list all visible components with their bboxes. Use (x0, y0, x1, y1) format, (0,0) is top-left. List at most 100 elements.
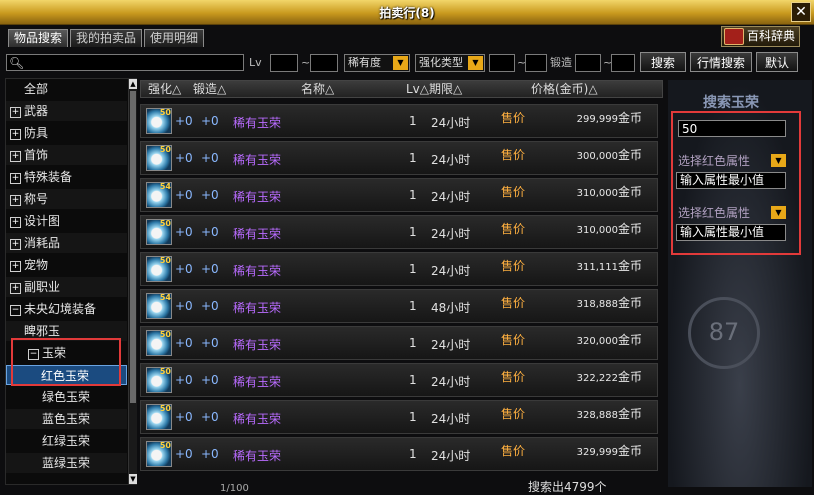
header-enhance[interactable]: 强化△ (148, 81, 181, 98)
pagination[interactable]: 1/100 (220, 483, 249, 494)
category-blue-jade[interactable]: 蓝色玉荣 (6, 409, 127, 429)
category-label: 未央幻境装备 (24, 302, 97, 316)
cell-period: 24小时 (431, 338, 471, 352)
header-period[interactable]: 期限△ (429, 81, 462, 98)
category-bixie-jade[interactable]: 睥邪玉 (6, 321, 127, 341)
price-currency: 金币 (617, 111, 642, 125)
header-name[interactable]: 名称△ (301, 81, 334, 98)
table-row[interactable]: 50 +0 +0 稀有玉荣 1 24小时 售价 328,888金币 (140, 400, 658, 434)
default-button[interactable]: 默认 (756, 52, 798, 72)
market-search-button[interactable]: 行情搜索 (690, 52, 752, 72)
tab-usage-details[interactable]: 使用明细 (144, 29, 205, 47)
category-scrollbar[interactable]: ▲ ▼ (128, 79, 137, 484)
tab-item-search[interactable]: 物品搜索 (8, 29, 69, 47)
expand-icon[interactable]: + (10, 129, 21, 140)
table-row[interactable]: 50 +0 +0 稀有玉荣 1 24小时 售价 299,999金币 (140, 104, 658, 138)
jade-item-icon[interactable]: 50 (146, 367, 172, 393)
attr1-min-input[interactable]: 输入属性最小值 (676, 172, 786, 189)
search-input[interactable]: 🔍︎ (6, 54, 244, 71)
scroll-up-icon[interactable]: ▲ (129, 79, 137, 89)
header-forge[interactable]: 锻造△ (193, 81, 226, 98)
close-icon[interactable]: ✕ (791, 2, 811, 22)
cell-name: 稀有玉荣 (233, 153, 282, 167)
category-special-equipment[interactable]: + 特殊装备 (6, 167, 127, 187)
category-blueprint[interactable]: + 设计图 (6, 211, 127, 231)
table-row[interactable]: 50 +0 +0 稀有玉荣 1 24小时 售价 300,000金币 (140, 141, 658, 175)
encyclopedia-button[interactable]: 百科辞典 (720, 26, 800, 47)
expand-icon[interactable]: + (10, 261, 21, 272)
expand-icon[interactable]: + (10, 107, 21, 118)
category-all[interactable]: 全部 (6, 79, 127, 99)
jade-level-input[interactable]: 50 (678, 120, 786, 137)
expand-icon[interactable]: + (10, 195, 21, 206)
expand-icon[interactable]: + (10, 239, 21, 250)
price-currency: 金币 (617, 370, 642, 384)
cell-period: 24小时 (431, 116, 471, 130)
category-label: 睥邪玉 (24, 324, 61, 338)
cell-price-label: 售价 (501, 407, 526, 421)
forge-min-input[interactable] (575, 54, 601, 72)
category-title[interactable]: + 称号 (6, 189, 127, 209)
enhance-max-input[interactable] (525, 54, 547, 72)
lv-max-input[interactable] (310, 54, 338, 72)
category-pet[interactable]: + 宠物 (6, 255, 127, 275)
attr1-select[interactable]: 选择红色属性 ▼ (678, 153, 786, 169)
jade-item-icon[interactable]: 50 (146, 441, 172, 467)
jade-item-icon[interactable]: 50 (146, 330, 172, 356)
category-red-jade[interactable]: 红色玉荣 (6, 365, 127, 385)
jade-item-icon[interactable]: 50 (146, 219, 172, 245)
search-button[interactable]: 搜索 (640, 52, 686, 72)
header-lv[interactable]: Lv△ (406, 81, 429, 98)
category-weapon[interactable]: + 武器 (6, 101, 127, 121)
scrollbar-thumb[interactable] (130, 91, 136, 403)
category-sub-profession[interactable]: + 副职业 (6, 277, 127, 297)
cell-price-label: 售价 (501, 259, 526, 273)
jade-item-icon[interactable]: 54 (146, 182, 172, 208)
collapse-icon[interactable]: − (28, 349, 39, 360)
search-bar: 🔍︎ Lv ~ 稀有度 ▼ 强化类型 ▼ ~ 锻造 ~ 搜索 行情搜索 默认 (2, 51, 812, 75)
rarity-select-label: 稀有度 (348, 56, 381, 69)
cell-lv: 1 (409, 410, 417, 424)
expand-icon[interactable]: + (10, 217, 21, 228)
collapse-icon[interactable]: − (10, 305, 21, 316)
cell-period: 24小时 (431, 264, 471, 278)
jade-item-icon[interactable]: 54 (146, 293, 172, 319)
enhance-min-input[interactable] (489, 54, 515, 72)
jade-item-icon[interactable]: 50 (146, 145, 172, 171)
expand-icon[interactable]: + (10, 173, 21, 184)
rarity-select[interactable]: 稀有度 ▼ (344, 54, 410, 72)
table-row[interactable]: 50 +0 +0 稀有玉荣 1 24小时 售价 322,222金币 (140, 363, 658, 397)
category-weiyang-equipment[interactable]: − 未央幻境装备 (6, 299, 127, 319)
category-green-jade[interactable]: 绿色玉荣 (6, 387, 127, 407)
table-row[interactable]: 54 +0 +0 稀有玉荣 1 24小时 售价 310,000金币 (140, 178, 658, 212)
cell-lv: 1 (409, 373, 417, 387)
expand-icon[interactable]: + (10, 283, 21, 294)
scroll-down-icon[interactable]: ▼ (129, 474, 137, 484)
category-red-green-jade[interactable]: 红绿玉荣 (6, 431, 127, 451)
attr2-min-input[interactable]: 输入属性最小值 (676, 224, 786, 241)
header-price[interactable]: 价格(金币)△ (531, 81, 598, 98)
category-armor[interactable]: + 防具 (6, 123, 127, 143)
table-row[interactable]: 50 +0 +0 稀有玉荣 1 24小时 售价 311,111金币 (140, 252, 658, 286)
jade-item-icon[interactable]: 50 (146, 404, 172, 430)
enhance-type-select[interactable]: 强化类型 ▼ (415, 54, 485, 72)
jade-item-icon[interactable]: 50 (146, 108, 172, 134)
category-blue-green-jade[interactable]: 蓝绿玉荣 (6, 453, 127, 473)
item-level-badge: 50 (159, 330, 171, 339)
cell-name: 稀有玉荣 (233, 449, 282, 463)
price-currency: 金币 (617, 222, 642, 236)
category-jade[interactable]: − 玉荣 (6, 343, 127, 363)
category-accessory[interactable]: + 首饰 (6, 145, 127, 165)
forge-max-input[interactable] (611, 54, 635, 72)
jade-item-icon[interactable]: 50 (146, 256, 172, 282)
table-row[interactable]: 50 +0 +0 稀有玉荣 1 24小时 售价 310,000金币 (140, 215, 658, 249)
table-row[interactable]: 50 +0 +0 稀有玉荣 1 24小时 售价 320,000金币 (140, 326, 658, 360)
table-row[interactable]: 54 +0 +0 稀有玉荣 1 48小时 售价 318,888金币 (140, 289, 658, 323)
cell-lv: 1 (409, 336, 417, 350)
tab-my-auctions[interactable]: 我的拍卖品 (70, 29, 143, 47)
table-row[interactable]: 50 +0 +0 稀有玉荣 1 24小时 售价 329,999金币 (140, 437, 658, 471)
expand-icon[interactable]: + (10, 151, 21, 162)
attr2-select[interactable]: 选择红色属性 ▼ (678, 205, 786, 221)
lv-min-input[interactable] (270, 54, 298, 72)
category-consumable[interactable]: + 消耗品 (6, 233, 127, 253)
